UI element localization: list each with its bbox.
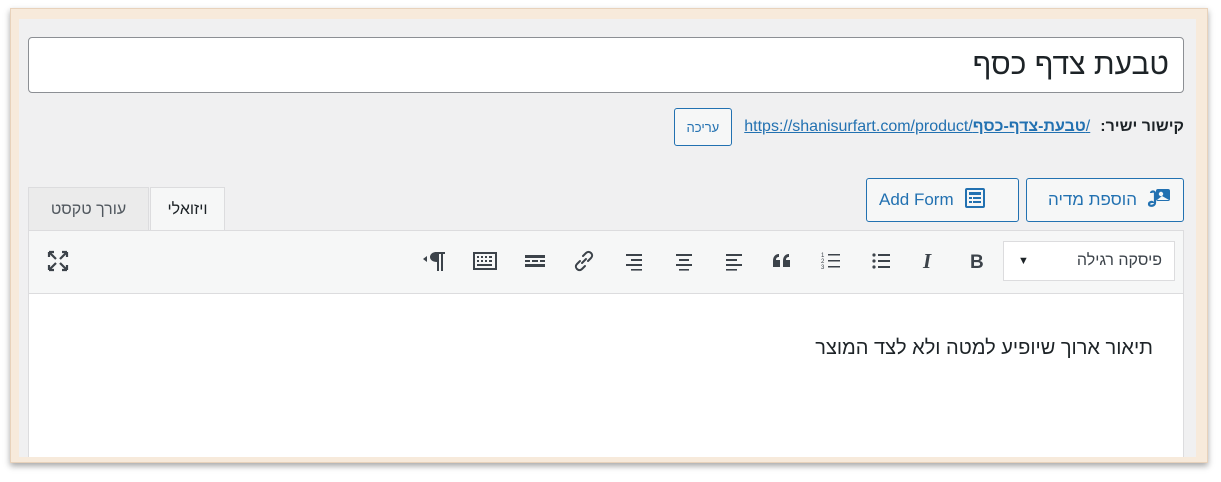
read-more-icon bbox=[525, 255, 545, 267]
post-editor-panel: קישור ישיר: https://shanisurfart.com/pro… bbox=[19, 19, 1196, 457]
editor-toolbar: פיסקה רגילה ▼ B I 1 2 3 bbox=[29, 231, 1183, 294]
italic-icon: I bbox=[922, 251, 932, 271]
form-icon bbox=[964, 187, 986, 214]
permalink-edit-button[interactable]: עריכה bbox=[673, 108, 733, 146]
permalink-url-base: https://shanisurfart.com/product/ bbox=[744, 118, 973, 135]
blockquote-icon bbox=[773, 254, 790, 267]
tab-text-editor[interactable]: עורך טקסט bbox=[28, 187, 149, 231]
tab-visual-editor[interactable]: ויזואלי bbox=[150, 187, 225, 231]
permalink-slug: טבעת-צדף-כסף bbox=[972, 118, 1086, 135]
svg-text:3: 3 bbox=[821, 265, 825, 271]
editor-content[interactable]: תיאור ארוך שיופיע למטה ולא לצד המוצר bbox=[815, 337, 1153, 360]
fullscreen-button[interactable] bbox=[41, 243, 75, 279]
permalink-row: קישור ישיר: https://shanisurfart.com/pro… bbox=[673, 107, 1184, 147]
bulleted-list-button[interactable] bbox=[864, 243, 898, 279]
align-left-icon bbox=[726, 254, 742, 271]
paragraph-icon bbox=[423, 252, 445, 271]
format-select-value: פיסקה רגילה bbox=[1076, 252, 1162, 269]
paragraph-rtl-button[interactable] bbox=[419, 243, 453, 279]
keyboard-icon bbox=[473, 252, 497, 270]
numbered-list-button[interactable]: 1 2 3 bbox=[814, 243, 848, 279]
fullscreen-icon bbox=[47, 250, 69, 272]
add-form-button[interactable]: Add Form bbox=[866, 178, 1019, 222]
bold-icon: B bbox=[970, 252, 984, 271]
insert-link-button[interactable] bbox=[567, 243, 601, 279]
editor-area: פיסקה רגילה ▼ B I 1 2 3 תיאור ארוך שיופי… bbox=[28, 230, 1184, 457]
blockquote-button[interactable] bbox=[765, 243, 799, 279]
align-right-icon bbox=[626, 254, 642, 271]
add-media-label: הוספת מדיה bbox=[1048, 190, 1137, 209]
align-center-button[interactable] bbox=[667, 243, 701, 279]
add-media-icon bbox=[1147, 187, 1171, 214]
svg-text:I: I bbox=[922, 251, 932, 271]
post-title-input[interactable] bbox=[28, 37, 1184, 93]
permalink-url-tail: / bbox=[1085, 118, 1091, 135]
align-center-icon bbox=[676, 254, 692, 271]
link-icon bbox=[574, 250, 594, 272]
format-select[interactable]: פיסקה רגילה ▼ bbox=[1003, 241, 1175, 281]
chevron-down-icon: ▼ bbox=[1018, 255, 1029, 267]
bold-button[interactable]: B bbox=[960, 243, 994, 279]
permalink-label: קישור ישיר: bbox=[1100, 118, 1184, 135]
numbered-list-icon: 1 2 3 bbox=[821, 253, 840, 271]
align-right-button[interactable] bbox=[617, 243, 651, 279]
read-more-button[interactable] bbox=[518, 243, 552, 279]
add-form-label: Add Form bbox=[879, 190, 954, 209]
add-media-button[interactable]: הוספת מדיה bbox=[1026, 178, 1184, 222]
toolbar-toggle-button[interactable] bbox=[468, 243, 502, 279]
svg-text:B: B bbox=[970, 252, 984, 271]
italic-button[interactable]: I bbox=[912, 243, 946, 279]
bulleted-list-icon bbox=[872, 253, 890, 269]
permalink-url[interactable]: https://shanisurfart.com/product/טבעת-צד… bbox=[744, 118, 1090, 136]
align-left-button[interactable] bbox=[717, 243, 751, 279]
